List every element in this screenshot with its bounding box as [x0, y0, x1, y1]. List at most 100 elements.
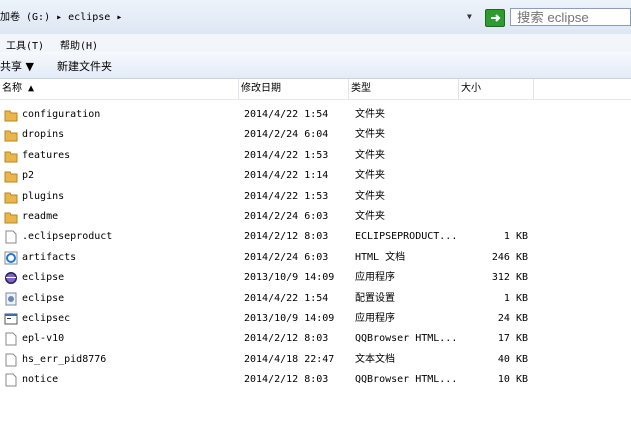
col-size[interactable]: 大小 [459, 79, 534, 99]
file-size [460, 146, 528, 166]
file-name: artifacts [22, 251, 77, 263]
file-type: 配置设置 [355, 292, 395, 304]
file-date: 2014/4/18 22:47 [244, 353, 335, 365]
command-bar: 共享 ▼ 新建文件夹 [0, 52, 631, 79]
file-date: 2014/2/24 6:03 [244, 251, 329, 263]
breadcrumb[interactable]: 加卷 (G:) ▸ eclipse ▸ [0, 10, 122, 26]
file-type: ECLIPSEPRODUCT... [355, 231, 458, 243]
file-name: hs_err_pid8776 [22, 353, 107, 365]
file-icon [4, 230, 18, 244]
file-name: configuration [22, 109, 101, 120]
file-name: dropins [22, 129, 65, 141]
file-type: 文件夹 [355, 190, 385, 202]
share-button[interactable]: 共享 ▼ [0, 58, 34, 74]
file-size: 1 KB [503, 231, 528, 243]
menu-bar: 工具(T) 帮助(H) [0, 34, 631, 52]
file-type: 文件夹 [355, 149, 385, 161]
folder-icon [4, 169, 18, 183]
file-date: 2013/10/9 14:09 [244, 313, 335, 324]
file-size: 24 KB [497, 313, 528, 324]
file-icon [4, 353, 18, 367]
file-size: 312 KB [491, 272, 528, 284]
file-date: 2014/2/24 6:04 [244, 129, 329, 141]
file-date: 2014/4/22 1:53 [244, 190, 329, 202]
file-size [460, 207, 528, 227]
search-input[interactable] [510, 8, 631, 26]
menu-tools[interactable]: 工具(T) [6, 37, 44, 52]
list-item[interactable]: eclipsec 2013/10/9 14:09 应用程序 24 KB [0, 309, 631, 329]
file-type: 应用程序 [355, 272, 395, 284]
file-date: 2014/2/12 8:03 [244, 374, 329, 386]
file-name: p2 [22, 170, 35, 182]
folder-icon [4, 108, 18, 122]
file-type: 文件夹 [355, 109, 385, 120]
file-size [460, 125, 528, 145]
file-size: 10 KB [497, 374, 528, 386]
file-date: 2014/4/22 1:14 [244, 170, 329, 182]
file-type: 应用程序 [355, 313, 395, 324]
file-size [460, 166, 528, 186]
file-size: 246 KB [491, 251, 528, 263]
file-size: 17 KB [497, 333, 528, 345]
file-type: 文件夹 [355, 170, 385, 182]
eclipse-icon [4, 271, 18, 285]
file-type: 文本文档 [355, 353, 395, 365]
file-name: eclipsec [22, 313, 71, 324]
list-item[interactable]: notice 2014/2/12 8:03 QQBrowser HTML... 10 … [0, 370, 631, 390]
col-type[interactable]: 类型 [349, 79, 459, 99]
html-document-icon [4, 251, 18, 265]
file-type: HTML 文档 [355, 251, 406, 263]
new-folder-button[interactable]: 新建文件夹 [57, 58, 112, 74]
address-bar: 加卷 (G:) ▸ eclipse ▸ ▼ [0, 0, 631, 35]
file-date: 2014/4/22 1:54 [244, 109, 329, 120]
list-item[interactable]: dropins 2014/2/24 6:04 文件夹 [0, 125, 631, 145]
file-date: 2014/2/24 6:03 [244, 211, 329, 222]
file-date: 2013/10/9 14:09 [244, 272, 335, 284]
col-name[interactable]: 名称 ▲ [0, 79, 239, 99]
folder-icon [4, 128, 18, 142]
list-item[interactable]: readme 2014/2/24 6:03 文件夹 [0, 207, 631, 227]
list-item[interactable]: features 2014/4/22 1:53 文件夹 [0, 146, 631, 166]
list-item[interactable]: configuration 2014/4/22 1:54 文件夹 [0, 105, 631, 125]
list-item[interactable]: plugins 2014/4/22 1:53 文件夹 [0, 187, 631, 207]
file-name: features [22, 149, 71, 161]
list-item[interactable]: .eclipseproduct 2014/2/12 8:03 ECLIPSEPROD… [0, 227, 631, 247]
folder-icon [4, 149, 18, 163]
config-settings-icon [4, 292, 18, 306]
folder-icon [4, 190, 18, 204]
file-size: 40 KB [497, 353, 528, 365]
col-date[interactable]: 修改日期 [239, 79, 349, 99]
list-item[interactable]: p2 2014/4/22 1:14 文件夹 [0, 166, 631, 186]
menu-help[interactable]: 帮助(H) [60, 37, 98, 52]
file-date: 2014/2/12 8:03 [244, 333, 329, 345]
file-type: QQBrowser HTML... [355, 333, 458, 345]
refresh-button[interactable] [485, 9, 505, 27]
file-name: epl-v10 [22, 333, 65, 345]
list-item[interactable]: eclipse 2014/4/22 1:54 配置设置 1 KB [0, 289, 631, 309]
file-name: eclipse [22, 272, 65, 284]
file-name: readme [22, 211, 59, 222]
file-name: .eclipseproduct [22, 231, 113, 243]
file-date: 2014/4/22 1:54 [244, 292, 329, 304]
refresh-icon [491, 14, 501, 22]
file-name: plugins [22, 190, 65, 202]
file-date: 2014/2/12 8:03 [244, 231, 329, 243]
file-name: notice [22, 374, 59, 386]
list-item[interactable]: epl-v10 2014/2/12 8:03 QQBrowser HTML... 17… [0, 329, 631, 349]
file-icon [4, 332, 18, 346]
file-name: eclipse [22, 292, 65, 304]
list-item[interactable]: hs_err_pid8776 2014/4/18 22:47 文本文档 40 KB [0, 350, 631, 370]
file-type: QQBrowser HTML... [355, 374, 458, 386]
column-header: 名称 ▲ 修改日期 类型 大小 [0, 79, 631, 100]
file-type: 文件夹 [355, 129, 385, 141]
file-type: 文件夹 [355, 211, 385, 222]
file-date: 2014/4/22 1:53 [244, 149, 329, 161]
console-app-icon [4, 312, 18, 326]
file-size [460, 105, 528, 125]
list-item[interactable]: artifacts 2014/2/24 6:03 HTML 文档 246 KB [0, 248, 631, 268]
file-size [460, 187, 528, 207]
file-icon [4, 373, 18, 387]
address-dropdown-icon[interactable]: ▼ [467, 12, 472, 21]
file-size: 1 KB [503, 292, 528, 304]
list-item[interactable]: eclipse 2013/10/9 14:09 应用程序 312 KB [0, 268, 631, 288]
